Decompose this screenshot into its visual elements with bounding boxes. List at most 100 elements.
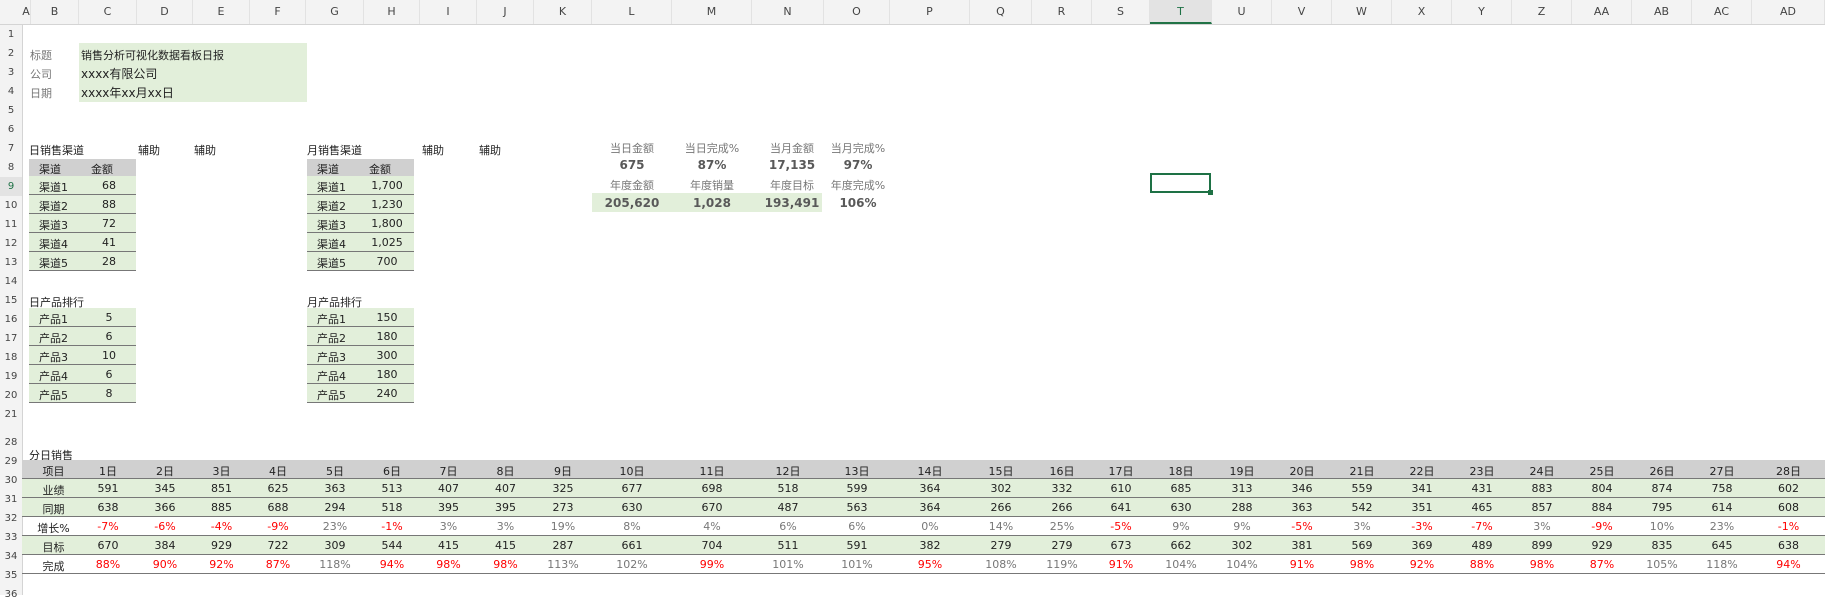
column-header-ad[interactable]: AD (1752, 0, 1825, 24)
daily-sales-target-cell[interactable]: 279 (1032, 539, 1092, 552)
column-header-d[interactable]: D (137, 0, 193, 24)
row-header-7[interactable]: 7 (0, 139, 22, 158)
daily-sales-actual-cell[interactable]: 591 (79, 482, 137, 495)
row-header-21[interactable]: 21 (0, 405, 22, 424)
daily-sales-growth-cell[interactable]: 10% (1632, 520, 1692, 533)
daily-sales-growth-cell[interactable]: 6% (824, 520, 890, 533)
daily-sales-target-cell[interactable]: 544 (364, 539, 420, 552)
daily-sales-growth-cell[interactable]: 23% (306, 520, 364, 533)
daily-sales-prior-cell[interactable]: 518 (364, 501, 420, 514)
date-value[interactable]: xxxx年xx月xx日 (81, 84, 174, 101)
daily-sales-prior-cell[interactable]: 795 (1632, 501, 1692, 514)
daily_channel-row-value[interactable]: 41 (89, 236, 129, 249)
daily-sales-prior-cell[interactable]: 351 (1392, 501, 1452, 514)
column-header-h[interactable]: H (364, 0, 420, 24)
daily-sales-target-cell[interactable]: 929 (193, 539, 250, 552)
daily-sales-prior-cell[interactable]: 670 (672, 501, 752, 514)
daily-sales-completion-cell[interactable]: 91% (1092, 558, 1150, 571)
monthly_channel-row-value[interactable]: 1,230 (367, 198, 407, 211)
daily-sales-growth-cell[interactable]: 19% (534, 520, 592, 533)
daily-sales-actual-cell[interactable]: 325 (534, 482, 592, 495)
monthly_product-row-value[interactable]: 150 (367, 311, 407, 324)
daily-sales-target-cell[interactable]: 929 (1572, 539, 1632, 552)
daily_channel-row-value[interactable]: 88 (89, 198, 129, 211)
monthly_channel-row-value[interactable]: 1,025 (367, 236, 407, 249)
daily-sales-actual-cell[interactable]: 407 (477, 482, 534, 495)
column-header-ab[interactable]: AB (1632, 0, 1692, 24)
daily_channel-row-value[interactable]: 72 (89, 217, 129, 230)
row-header-9[interactable]: 9 (0, 177, 22, 196)
daily-sales-actual-cell[interactable]: 610 (1092, 482, 1150, 495)
daily-sales-completion-cell[interactable]: 94% (364, 558, 420, 571)
daily-sales-target-cell[interactable]: 662 (1150, 539, 1212, 552)
daily-sales-actual-cell[interactable]: 431 (1452, 482, 1512, 495)
column-header-ac[interactable]: AC (1692, 0, 1752, 24)
daily-sales-actual-cell[interactable]: 874 (1632, 482, 1692, 495)
daily-sales-target-cell[interactable]: 415 (420, 539, 477, 552)
daily-sales-growth-cell[interactable]: 25% (1032, 520, 1092, 533)
daily-sales-growth-cell[interactable]: -3% (1392, 520, 1452, 533)
daily-sales-completion-cell[interactable]: 118% (306, 558, 364, 571)
daily-sales-completion-cell[interactable]: 113% (534, 558, 592, 571)
daily-sales-actual-cell[interactable]: 364 (890, 482, 970, 495)
daily-sales-growth-cell[interactable]: 9% (1212, 520, 1272, 533)
row-header-2[interactable]: 2 (0, 44, 22, 63)
daily-sales-growth-cell[interactable]: 0% (890, 520, 970, 533)
kpi-value[interactable]: 193,491 (757, 196, 827, 210)
row-header-12[interactable]: 12 (0, 234, 22, 253)
column-header-e[interactable]: E (193, 0, 250, 24)
daily-sales-completion-cell[interactable]: 104% (1150, 558, 1212, 571)
kpi-value[interactable]: 87% (677, 158, 747, 172)
daily-sales-actual-cell[interactable]: 559 (1332, 482, 1392, 495)
column-header-q[interactable]: Q (970, 0, 1032, 24)
daily-sales-target-cell[interactable]: 899 (1512, 539, 1572, 552)
daily-sales-growth-cell[interactable]: -4% (193, 520, 250, 533)
daily-sales-completion-cell[interactable]: 92% (193, 558, 250, 571)
daily_product-row-value[interactable]: 10 (89, 349, 129, 362)
daily-sales-actual-cell[interactable]: 758 (1692, 482, 1752, 495)
daily-sales-prior-cell[interactable]: 885 (193, 501, 250, 514)
row-header-19[interactable]: 19 (0, 367, 22, 386)
daily-sales-prior-cell[interactable]: 630 (592, 501, 672, 514)
daily-sales-target-cell[interactable]: 673 (1092, 539, 1150, 552)
row-header-3[interactable]: 3 (0, 63, 22, 82)
daily-sales-prior-cell[interactable]: 395 (477, 501, 534, 514)
daily-sales-target-cell[interactable]: 645 (1692, 539, 1752, 552)
daily-sales-target-cell[interactable]: 302 (1212, 539, 1272, 552)
daily-sales-prior-cell[interactable]: 364 (890, 501, 970, 514)
daily-sales-completion-cell[interactable]: 98% (477, 558, 534, 571)
column-header-u[interactable]: U (1212, 0, 1272, 24)
monthly_channel-row-value[interactable]: 1,700 (367, 179, 407, 192)
daily-sales-target-cell[interactable]: 287 (534, 539, 592, 552)
row-header-18[interactable]: 18 (0, 348, 22, 367)
daily-sales-growth-cell[interactable]: 4% (672, 520, 752, 533)
daily-sales-growth-cell[interactable]: -9% (250, 520, 306, 533)
column-header-o[interactable]: O (824, 0, 890, 24)
daily-sales-target-cell[interactable]: 835 (1632, 539, 1692, 552)
daily-sales-completion-cell[interactable]: 87% (1572, 558, 1632, 571)
daily_product-row-value[interactable]: 8 (89, 387, 129, 400)
daily-sales-growth-cell[interactable]: 3% (477, 520, 534, 533)
daily-sales-actual-cell[interactable]: 851 (193, 482, 250, 495)
row-header-1[interactable]: 1 (0, 25, 22, 44)
daily-sales-prior-cell[interactable]: 688 (250, 501, 306, 514)
column-header-b[interactable]: B (31, 0, 79, 24)
daily-sales-target-cell[interactable]: 381 (1272, 539, 1332, 552)
row-header-30[interactable]: 30 (0, 471, 22, 490)
column-header-a[interactable]: A (22, 0, 31, 24)
daily-sales-actual-cell[interactable]: 341 (1392, 482, 1452, 495)
row-header-5[interactable]: 5 (0, 101, 22, 120)
row-header-8[interactable]: 8 (0, 158, 22, 177)
column-header-g[interactable]: G (306, 0, 364, 24)
column-header-s[interactable]: S (1092, 0, 1150, 24)
kpi-value[interactable]: 1,028 (677, 196, 747, 210)
daily-sales-completion-cell[interactable]: 88% (79, 558, 137, 571)
row-header-14[interactable]: 14 (0, 272, 22, 291)
daily-sales-completion-cell[interactable]: 98% (1332, 558, 1392, 571)
daily-sales-completion-cell[interactable]: 99% (672, 558, 752, 571)
daily-sales-actual-cell[interactable]: 332 (1032, 482, 1092, 495)
daily-sales-prior-cell[interactable]: 608 (1752, 501, 1825, 514)
daily-sales-prior-cell[interactable]: 542 (1332, 501, 1392, 514)
row-header-33[interactable]: 33 (0, 528, 22, 547)
daily-sales-actual-cell[interactable]: 602 (1752, 482, 1825, 495)
